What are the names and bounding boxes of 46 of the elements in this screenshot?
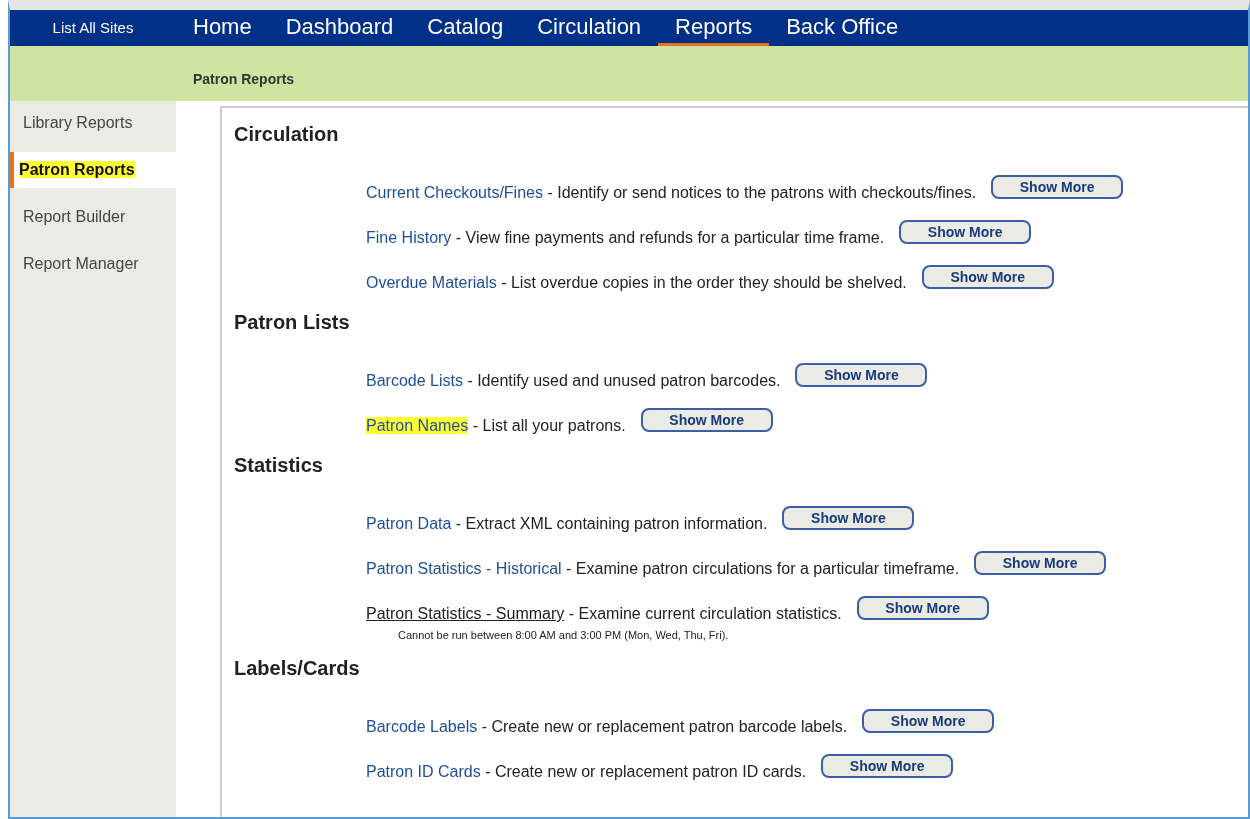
nav-tab[interactable]: Dashboard bbox=[268, 10, 411, 46]
report-link[interactable]: Overdue Materials bbox=[366, 274, 497, 291]
report-description: Patron Statistics - Historical - Examine patron circulations for a particular timeframe. bbox=[366, 559, 960, 579]
section-heading: Labels/Cards bbox=[234, 655, 361, 680]
report-description: Overdue Materials - List overdue copies in the order they should be shelved. bbox=[366, 273, 907, 293]
section-heading: Patron Lists bbox=[234, 310, 351, 334]
show-more-button[interactable]: Show More bbox=[795, 363, 928, 387]
report-description: Fine History - View fine payments and refunds for a particular time frame. bbox=[366, 228, 885, 248]
sidebar-item[interactable]: Library Reports bbox=[10, 105, 176, 141]
show-more-button[interactable]: Show More bbox=[782, 506, 915, 530]
show-more-button[interactable]: Show More bbox=[862, 708, 995, 733]
report-note: Cannot be run between 8:00 AM and 3:00 PM (Mon, Wed, Thu, Fri). bbox=[398, 628, 730, 643]
sidebar-item[interactable]: Report Manager bbox=[10, 246, 176, 282]
show-more-button[interactable]: Show More bbox=[899, 220, 1032, 244]
report-description: Barcode Lists - Identify used and unused patron barcodes. bbox=[366, 371, 781, 391]
report-link[interactable]: Patron Statistics - Historical bbox=[366, 560, 562, 577]
report-link[interactable]: Patron Statistics - Summary bbox=[366, 605, 565, 622]
show-more-button[interactable]: Show More bbox=[974, 551, 1107, 575]
report-link[interactable]: Fine History bbox=[366, 229, 452, 246]
report-link[interactable]: Barcode Lists bbox=[366, 372, 463, 389]
section-heading: Statistics bbox=[234, 453, 324, 477]
sidebar-item[interactable]: Report Builder bbox=[10, 199, 176, 235]
section-heading: Circulation bbox=[234, 122, 340, 146]
site-link[interactable]: List All Sites bbox=[10, 10, 176, 46]
show-more-button[interactable]: Show More bbox=[821, 753, 954, 778]
nav-tab[interactable]: Catalog bbox=[410, 10, 521, 46]
show-more-button[interactable]: Show More bbox=[640, 408, 773, 432]
show-more-button[interactable]: Show More bbox=[991, 175, 1124, 199]
report-description: Patron Statistics - Summary - Examine current circulation statistics. bbox=[366, 604, 842, 624]
sidebar-item[interactable]: Patron Reports bbox=[10, 152, 176, 188]
report-link[interactable]: Current Checkouts/Fines bbox=[366, 184, 543, 201]
report-link[interactable]: Patron ID Cards bbox=[366, 762, 481, 780]
report-link[interactable]: Patron Names bbox=[366, 417, 469, 434]
report-link[interactable]: Patron Data bbox=[366, 515, 452, 532]
report-description: Patron ID Cards - Create new or replacement patron ID cards. bbox=[366, 761, 807, 782]
nav-tab[interactable]: Back Office bbox=[769, 10, 916, 46]
show-more-button[interactable]: Show More bbox=[856, 596, 989, 620]
nav-tab[interactable]: Home bbox=[176, 10, 269, 46]
report-link[interactable]: Barcode Labels bbox=[366, 717, 478, 735]
report-description: Patron Data - Extract XML containing patron information. bbox=[366, 514, 768, 534]
breadcrumb: Patron Reports bbox=[193, 70, 295, 89]
nav-tab[interactable]: Circulation bbox=[520, 10, 659, 46]
report-description: Patron Names - List all your patrons. bbox=[366, 416, 626, 436]
show-more-button[interactable]: Show More bbox=[921, 265, 1054, 289]
report-description: Current Checkouts/Fines - Identify or send notices to the patrons with checkouts/fines. bbox=[366, 183, 977, 203]
report-description: Barcode Labels - Create new or replacement patron barcode labels. bbox=[366, 716, 848, 737]
